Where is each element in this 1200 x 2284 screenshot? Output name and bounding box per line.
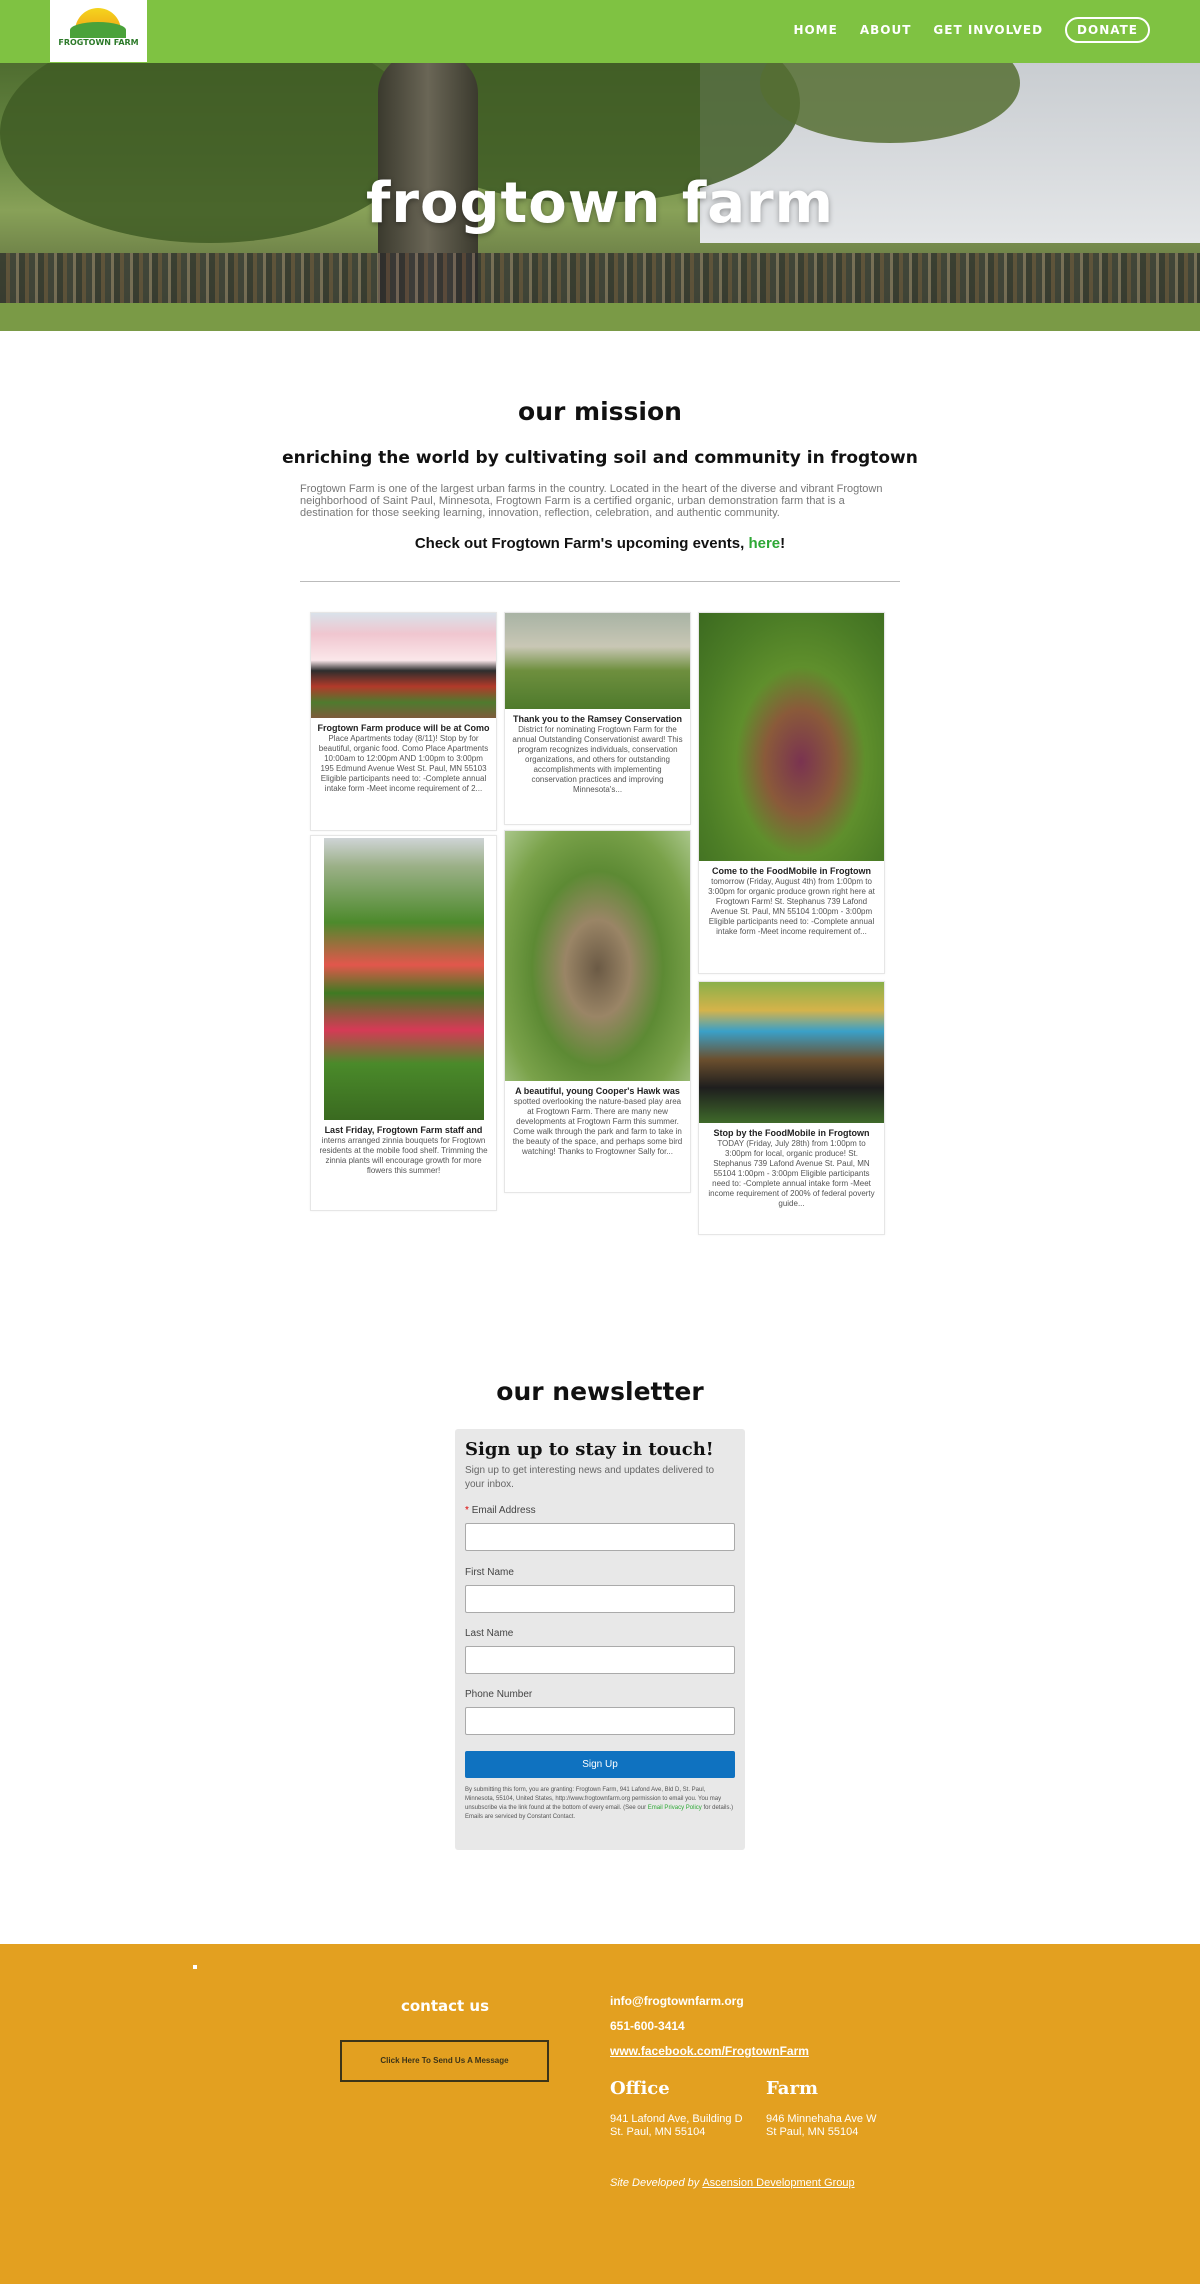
- mission-body: Frogtown Farm is one of the largest urba…: [300, 483, 883, 519]
- farm-line-2: St Paul, MN 55104: [766, 2126, 859, 2138]
- sign-up-button[interactable]: Sign Up: [465, 1751, 735, 1778]
- nav-get-involved[interactable]: GET INVOLVED: [933, 23, 1043, 37]
- form-title: Sign up to stay in touch!: [465, 1439, 714, 1460]
- feed-card-title: Thank you to the Ramsey Conservation: [512, 714, 683, 724]
- newsletter-heading: our newsletter: [496, 1377, 704, 1406]
- feed-card-title: Frogtown Farm produce will be at Como: [317, 723, 490, 733]
- logo-text: FROGTOWN FARM: [58, 38, 139, 47]
- zinnia-photo: [323, 838, 484, 1120]
- main-nav: HOME ABOUT GET INVOLVED DONATE: [793, 17, 1150, 43]
- feed-card-text: tomorrow (Friday, August 4th) from 1:00p…: [708, 877, 875, 936]
- email-link[interactable]: info@frogtownfarm.org: [610, 1994, 744, 2008]
- nav-about[interactable]: ABOUT: [860, 23, 912, 37]
- office-heading: Office: [610, 2078, 670, 2099]
- farm-line-1: 946 Minnehaha Ave W: [766, 2113, 877, 2125]
- grass-image: [0, 303, 1200, 331]
- carrots-photo: [699, 613, 884, 861]
- contact-heading: contact us: [400, 1997, 490, 2015]
- feed-card[interactable]: A beautiful, young Cooper's Hawk was spo…: [504, 830, 691, 1193]
- form-subtitle: Sign up to get interesting news and upda…: [465, 1465, 715, 1490]
- feed-card-title: Stop by the FoodMobile in Frogtown: [713, 1128, 870, 1138]
- hero-banner: frogtown farm: [0, 63, 1200, 331]
- section-divider: [300, 581, 900, 582]
- privacy-policy-link[interactable]: Email Privacy Policy: [648, 1805, 702, 1811]
- email-field[interactable]: [465, 1523, 735, 1551]
- nav-home[interactable]: HOME: [793, 23, 837, 37]
- feed-card-title: A beautiful, young Cooper's Hawk was: [515, 1086, 680, 1096]
- legal-text: By submitting this form, you are grantin…: [465, 1786, 735, 1822]
- donate-button[interactable]: DONATE: [1065, 17, 1150, 43]
- top-navigation-bar: FROGTOWN FARM HOME ABOUT GET INVOLVED DO…: [0, 0, 1200, 63]
- feed-card[interactable]: Stop by the FoodMobile in Frogtown TODAY…: [698, 981, 885, 1235]
- feed-card-text: District for nominating Frogtown Farm fo…: [512, 725, 683, 794]
- events-link[interactable]: here: [748, 535, 780, 552]
- required-mark: *: [465, 1505, 469, 1516]
- rainbow-photo: [505, 613, 690, 709]
- farm-heading: Farm: [766, 2078, 818, 2099]
- feed-card[interactable]: Frogtown Farm produce will be at Como Pl…: [310, 612, 497, 831]
- email-label: * Email Address: [465, 1505, 536, 1516]
- email-label-text: Email Address: [471, 1505, 536, 1516]
- feed-card[interactable]: Last Friday, Frogtown Farm staff and int…: [310, 835, 497, 1211]
- hero-title: frogtown farm: [366, 171, 834, 236]
- foodmobile-photo: [699, 982, 884, 1123]
- farm-address: 946 Minnehaha Ave W St Paul, MN 55104: [766, 2113, 876, 2139]
- phone-link[interactable]: 651-600-3414: [610, 2019, 685, 2033]
- feed-card[interactable]: Come to the FoodMobile in Frogtown tomor…: [698, 612, 885, 974]
- office-address: 941 Lafond Ave, Building D St. Paul, MN …: [610, 2113, 743, 2139]
- hawk-photo: [505, 831, 690, 1081]
- mission-subheading: enriching the world by cultivating soil …: [282, 448, 918, 468]
- feed-card-text: spotted overlooking the nature-based pla…: [512, 1097, 683, 1156]
- feed-card[interactable]: Thank you to the Ramsey Conservation Dis…: [504, 612, 691, 825]
- events-callout: Check out Frogtown Farm's upcoming event…: [0, 535, 1200, 552]
- mission-heading: our mission: [518, 397, 682, 426]
- footer-dot: [193, 1965, 197, 1969]
- dev-text: Site Developed by: [610, 2177, 703, 2189]
- feed-card-text: interns arranged zinnia bouquets for Fro…: [319, 1136, 488, 1175]
- feed-card-title: Come to the FoodMobile in Frogtown: [712, 866, 871, 876]
- phone-field[interactable]: [465, 1707, 735, 1735]
- events-end: !: [780, 535, 786, 552]
- office-line-2: St. Paul, MN 55104: [610, 2126, 706, 2138]
- last-name-field[interactable]: [465, 1646, 735, 1674]
- office-line-1: 941 Lafond Ave, Building D: [610, 2113, 743, 2125]
- site-footer: contact us Click Here To Send Us A Messa…: [0, 1944, 1200, 2284]
- last-name-label: Last Name: [465, 1628, 514, 1639]
- facebook-link[interactable]: www.facebook.com/FrogtownFarm: [610, 2044, 809, 2058]
- phone-label: Phone Number: [465, 1689, 533, 1700]
- frogtown-farm-logo[interactable]: FROGTOWN FARM: [50, 0, 147, 62]
- first-name-label: First Name: [465, 1567, 514, 1578]
- developer-link[interactable]: Ascension Development Group: [702, 2177, 854, 2189]
- events-text: Check out Frogtown Farm's upcoming event…: [414, 535, 749, 552]
- hill-icon: [70, 22, 126, 38]
- feed-card-text: TODAY (Friday, July 28th) from 1:00pm to…: [708, 1139, 875, 1208]
- newsletter-form: Sign up to stay in touch! Sign up to get…: [455, 1429, 745, 1850]
- produce-photo: [311, 613, 496, 718]
- feed-card-text: Place Apartments today (8/11)! Stop by f…: [318, 734, 489, 793]
- developer-credit: Site Developed by Ascension Development …: [610, 2177, 855, 2189]
- feed-card-title: Last Friday, Frogtown Farm staff and: [324, 1125, 483, 1135]
- first-name-field[interactable]: [465, 1585, 735, 1613]
- send-message-button[interactable]: Click Here To Send Us A Message: [340, 2040, 549, 2082]
